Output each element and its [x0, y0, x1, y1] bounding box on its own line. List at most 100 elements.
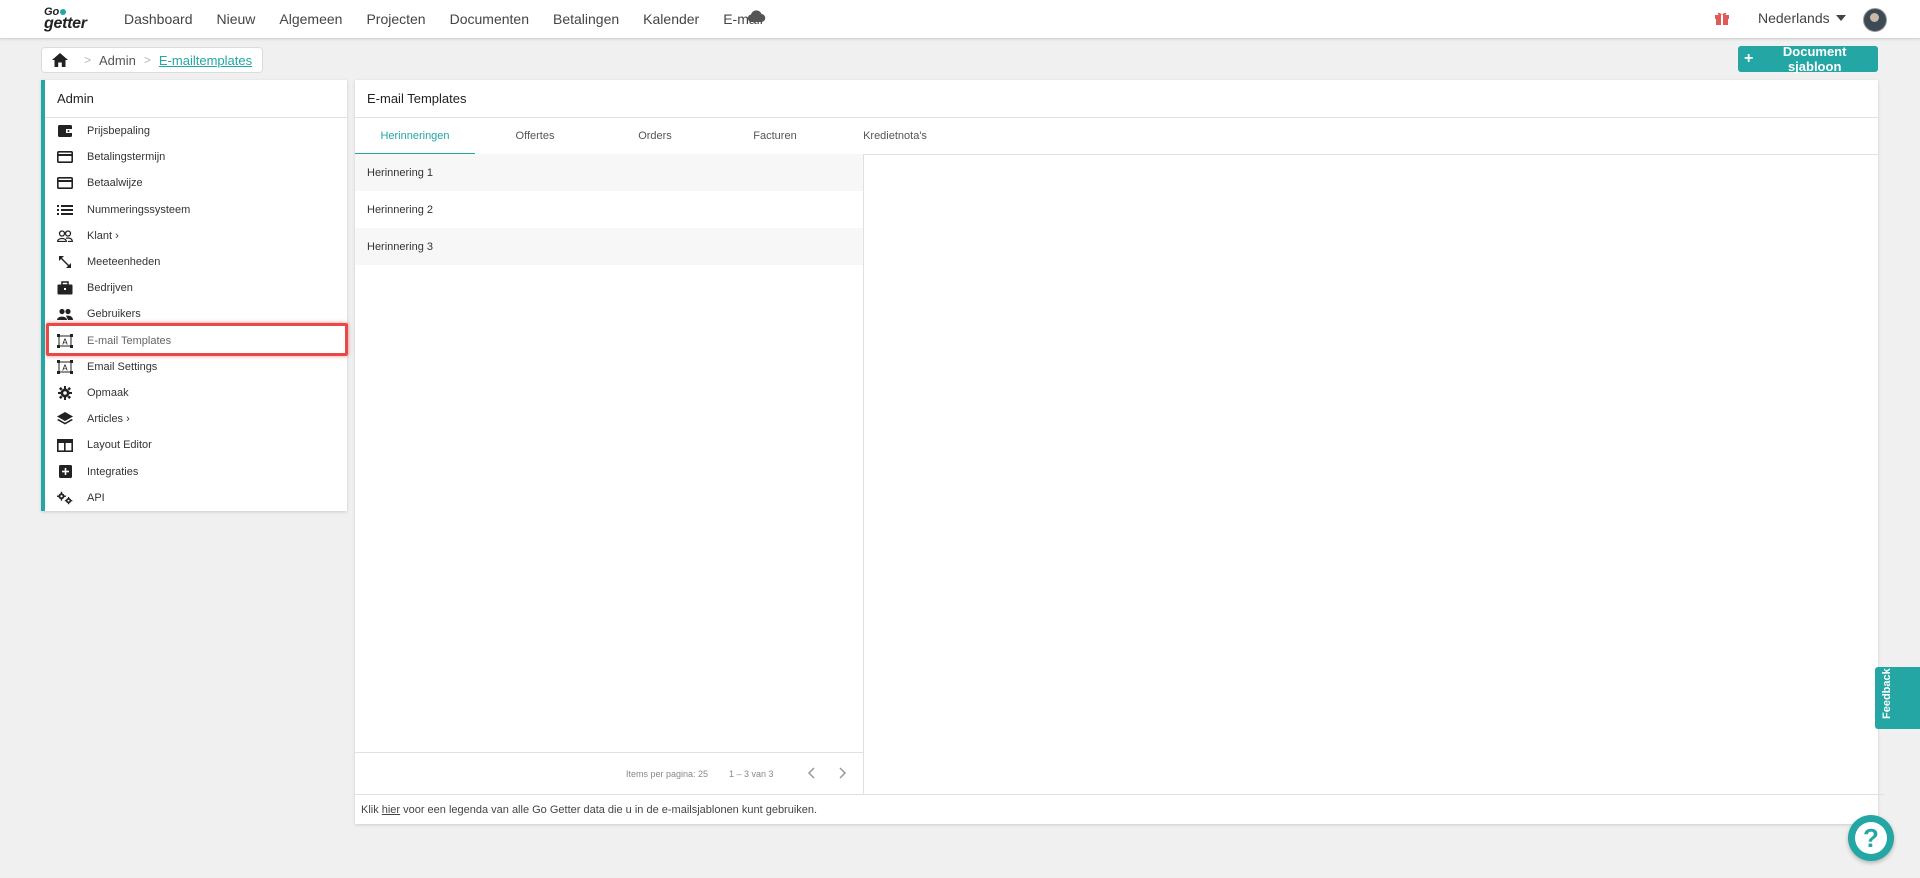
- list-item[interactable]: Herinnering 1: [355, 154, 863, 191]
- tab-orders[interactable]: Orders: [595, 118, 715, 154]
- page-range: 1 – 3 van 3: [729, 769, 774, 779]
- nav-dashboard[interactable]: Dashboard: [124, 11, 193, 27]
- main-nav: Dashboard Nieuw Algemeen Projecten Docum…: [124, 0, 787, 37]
- sidebar-item-betalingstermijn[interactable]: Betalingstermijn: [45, 144, 347, 170]
- language-label: Nederlands: [1758, 10, 1830, 26]
- sidebar-item-api[interactable]: API: [45, 485, 347, 511]
- legend-link[interactable]: hier: [382, 804, 400, 816]
- admin-sidebar: Admin Prijsbepaling Betalingstermijn Bet…: [41, 80, 347, 511]
- users-icon: [57, 229, 73, 243]
- svg-text:A: A: [62, 363, 68, 372]
- sidebar-item-articles[interactable]: Articles ›: [45, 406, 347, 432]
- paginator: Items per pagina: 25 1 – 3 van 3: [355, 752, 863, 795]
- tab-kredietnotas[interactable]: Kredietnota's: [835, 118, 955, 154]
- sidebar-item-label: Opmaak: [87, 386, 129, 399]
- gears-icon: [57, 491, 73, 505]
- sidebar-item-label: Email Settings: [87, 360, 158, 373]
- sidebar-item-label: Meeteenheden: [87, 256, 161, 269]
- chevron-right-icon: >: [143, 53, 151, 67]
- sidebar-item-klant[interactable]: Klant ›: [45, 223, 347, 249]
- nav-projecten[interactable]: Projecten: [366, 11, 425, 27]
- sidebar-item-email-settings[interactable]: A Email Settings: [45, 354, 347, 380]
- caret-down-icon: [1835, 15, 1846, 21]
- sidebar-item-label: Gebruikers: [87, 308, 141, 321]
- nav-kalender[interactable]: Kalender: [643, 11, 699, 27]
- legend-suffix: voor een legenda van alle Go Getter data…: [403, 804, 818, 816]
- list-item[interactable]: Herinnering 3: [355, 228, 863, 265]
- nav-documenten[interactable]: Documenten: [450, 11, 529, 27]
- logo-getter: getter: [44, 15, 87, 32]
- nav-betalingen[interactable]: Betalingen: [553, 11, 619, 27]
- breadcrumb-admin[interactable]: Admin: [99, 53, 136, 68]
- list-icon: [57, 203, 73, 217]
- sidebar-item-label: Betalingstermijn: [87, 151, 166, 164]
- breadcrumb: > Admin > E-mailtemplates: [41, 47, 264, 73]
- template-tabs: Herinneringen Offertes Orders Facturen K…: [355, 118, 1878, 155]
- chevron-right-icon[interactable]: [835, 765, 849, 781]
- chevron-right-icon: ›: [126, 413, 130, 426]
- question-icon: ?: [1855, 822, 1887, 854]
- cloud-icon[interactable]: [746, 9, 766, 23]
- top-navigation-bar: Go getter Dashboard Nieuw Algemeen Proje…: [0, 0, 1920, 39]
- sidebar-item-nummeringssysteem[interactable]: Nummeringssysteem: [45, 197, 347, 223]
- help-button[interactable]: ?: [1848, 815, 1894, 861]
- nav-algemeen[interactable]: Algemeen: [279, 11, 342, 27]
- template-list: Herinnering 1 Herinnering 2 Herinnering …: [355, 154, 864, 794]
- list-item[interactable]: Herinnering 2: [355, 191, 863, 228]
- sidebar-item-label: Klant: [87, 229, 113, 242]
- sidebar-item-label: Layout Editor: [87, 439, 152, 452]
- people-icon: [57, 307, 73, 321]
- sidebar-item-label: E-mail Templates: [87, 334, 172, 347]
- sidebar-item-prijsbepaling[interactable]: Prijsbepaling: [45, 118, 347, 144]
- feedback-tab[interactable]: Feedback: [1875, 667, 1920, 729]
- sidebar-item-label: Betaalwijze: [87, 177, 143, 190]
- breadcrumb-emailtemplates[interactable]: E-mailtemplates: [159, 53, 252, 68]
- sidebar-item-label: Bedrijven: [87, 282, 133, 295]
- tab-facturen[interactable]: Facturen: [715, 118, 835, 154]
- sidebar-item-email-templates[interactable]: A E-mail Templates: [45, 328, 347, 354]
- briefcase-icon: [57, 281, 73, 295]
- items-per-page[interactable]: Items per pagina: 25: [626, 769, 708, 779]
- sidebar-item-meeteenheden[interactable]: Meeteenheden: [45, 249, 347, 275]
- resize-arrow-icon: [57, 255, 73, 269]
- sidebar-item-label: Nummeringssysteem: [87, 203, 191, 216]
- gift-icon[interactable]: [1714, 10, 1730, 26]
- language-selector[interactable]: Nederlands: [1758, 10, 1846, 26]
- plus-icon: +: [1744, 50, 1754, 67]
- svg-text:A: A: [62, 337, 68, 346]
- legend-prefix: Klik: [361, 804, 379, 816]
- template-icon: A: [57, 359, 73, 374]
- sidebar-title: Admin: [45, 80, 347, 118]
- sidebar-item-bedrijven[interactable]: Bedrijven: [45, 275, 347, 301]
- sidebar-item-label: API: [87, 491, 105, 504]
- nav-nieuw[interactable]: Nieuw: [217, 11, 256, 27]
- sidebar-item-gebruikers[interactable]: Gebruikers: [45, 301, 347, 327]
- credit-card-icon: [57, 150, 73, 164]
- template-icon: A: [57, 333, 73, 348]
- email-templates-panel: E-mail Templates Herinneringen Offertes …: [355, 80, 1884, 824]
- credit-card-icon: [57, 176, 73, 190]
- sidebar-item-label: Prijsbepaling: [87, 125, 150, 138]
- plus-box-icon: [57, 465, 73, 479]
- wallet-icon: [57, 124, 73, 138]
- sidebar-item-label: Integraties: [87, 465, 139, 478]
- gogetter-logo[interactable]: Go getter: [44, 6, 100, 34]
- sidebar-item-betaalwijze[interactable]: Betaalwijze: [45, 170, 347, 196]
- feedback-label: Feedback: [1881, 668, 1893, 719]
- legend-note: Klik hier voor een legenda van alle Go G…: [355, 794, 1884, 825]
- layout-icon: [57, 438, 73, 452]
- sidebar-item-opmaak[interactable]: Opmaak: [45, 380, 347, 406]
- tab-herinneringen[interactable]: Herinneringen: [355, 118, 475, 155]
- sidebar-item-layout-editor[interactable]: Layout Editor: [45, 432, 347, 458]
- user-avatar[interactable]: [1863, 8, 1887, 32]
- sidebar-item-integraties[interactable]: Integraties: [45, 458, 347, 484]
- tab-offertes[interactable]: Offertes: [475, 118, 595, 154]
- layers-icon: [57, 412, 73, 426]
- chevron-right-icon: >: [84, 53, 92, 67]
- add-document-template-button[interactable]: + Document sjabloon: [1738, 44, 1878, 74]
- chevron-left-icon[interactable]: [805, 765, 819, 781]
- home-icon[interactable]: [52, 53, 68, 67]
- chevron-right-icon: ›: [115, 229, 119, 242]
- sidebar-item-label: Articles: [87, 413, 124, 426]
- page-title: E-mail Templates: [355, 80, 1878, 118]
